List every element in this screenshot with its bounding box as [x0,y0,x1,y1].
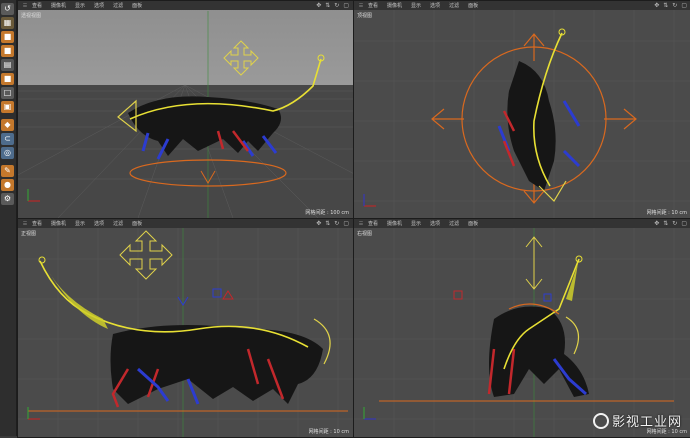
cube-icon[interactable]: ■ [1,31,14,43]
grid-spacing-info: 网格间距 : 100 cm [305,210,349,216]
menu-filter[interactable]: 过滤 [113,2,123,9]
menu-camera[interactable]: 摄像机 [51,2,66,9]
undo-icon[interactable]: ↺ [1,3,14,15]
pan-icon[interactable]: ✥ [316,2,321,9]
menu-filter[interactable]: 过滤 [449,220,459,227]
menu-options[interactable]: 选项 [94,2,104,9]
viewport-front[interactable]: ☰ 查看 摄像机 显示 选项 过滤 面板 ✥ ⇅ ↻ ▢ 正视图 网格间距 : 10 … [17,218,354,438]
pan-icon[interactable]: ✥ [654,2,659,9]
watermark-text: 影视工业网 [611,415,682,430]
viewport-menu-bar: ☰ 查看 摄像机 显示 选项 过滤 面板 ✥ ⇅ ↻ ▢ [354,1,690,10]
menu-display[interactable]: 显示 [75,220,85,227]
menu-view[interactable]: 查看 [32,2,42,9]
zoom-icon[interactable]: ⇅ [663,220,668,227]
magnet-icon[interactable]: ⊂ [1,133,14,145]
viewport-title: 右视图 [357,231,373,237]
menu-panel[interactable]: 面板 [468,2,478,9]
menu-camera[interactable]: 摄像机 [387,2,402,9]
settings-icon[interactable]: ⚙ [1,193,14,205]
menu-filter[interactable]: 过滤 [449,2,459,9]
viewport-menu-bar: ☰ 查看 摄像机 显示 选项 过滤 面板 ✥ ⇅ ↻ ▢ [18,219,353,228]
viewport-perspective[interactable]: ☰ 查看 摄像机 显示 选项 过滤 面板 ✥ ⇅ ↻ ▢ 透视视图 网格间距 : 10… [17,0,354,219]
grid-icon[interactable]: ▤ [1,59,14,71]
menu-panel[interactable]: 面板 [132,220,142,227]
pan-icon[interactable]: ✥ [654,220,659,227]
rotate-icon[interactable]: ↻ [672,2,677,9]
maximize-icon[interactable]: ▢ [681,2,687,9]
menu-filter[interactable]: 过滤 [113,220,123,227]
rotate-icon[interactable]: ↻ [334,220,339,227]
viewport-menu-icon[interactable]: ☰ [354,3,368,9]
rotate-icon[interactable]: ↻ [672,220,677,227]
menu-display[interactable]: 显示 [411,220,421,227]
viewport-top[interactable]: ☰ 查看 摄像机 显示 选项 过滤 面板 ✥ ⇅ ↻ ▢ 顶视图 网格间距 : 10 … [353,0,690,219]
tool-palette: ↺ ▦ ■ ■ ▤ ■ □ ▣ ◆ ⊂ ◎ ✎ ● ⚙ [0,0,17,436]
watermark-logo-icon [592,412,609,429]
cube-icon[interactable]: ■ [1,45,14,57]
viewport-title: 顶视图 [357,13,373,19]
viewport-menu-icon[interactable]: ☰ [18,221,32,227]
viewport-right[interactable]: ☰ 查看 摄像机 显示 选项 过滤 面板 ✥ ⇅ ↻ ▢ 右视图 网格间距 : 10 … [353,218,690,438]
grid-spacing-info: 网格间距 : 10 cm [308,429,349,435]
menu-panel[interactable]: 面板 [132,2,142,9]
polygon-icon[interactable]: ◆ [1,119,14,131]
menu-view[interactable]: 查看 [32,220,42,227]
menu-options[interactable]: 选项 [430,220,440,227]
viewport-menu-icon[interactable]: ☰ [18,3,32,9]
cube-icon[interactable]: ■ [1,73,14,85]
menu-camera[interactable]: 摄像机 [387,220,402,227]
zoom-icon[interactable]: ⇅ [325,220,330,227]
viewport-title: 透视视图 [21,13,42,19]
watermark: 影视工业网 [592,411,682,430]
menu-camera[interactable]: 摄像机 [51,220,66,227]
brush-icon[interactable]: ✎ [1,165,14,177]
menu-view[interactable]: 查看 [368,220,378,227]
texture-icon[interactable]: ▣ [1,101,14,113]
perspective-scene[interactable] [18,1,353,218]
creature-model[interactable] [110,325,324,408]
rotate-icon[interactable]: ↻ [334,2,339,9]
menu-view[interactable]: 查看 [368,2,378,9]
maximize-icon[interactable]: ▢ [681,220,687,227]
snap-icon[interactable]: ◎ [1,147,14,159]
viewport-menu-bar: ☰ 查看 摄像机 显示 选项 过滤 面板 ✥ ⇅ ↻ ▢ [354,219,690,228]
front-scene[interactable] [18,219,353,437]
top-scene[interactable] [354,1,690,218]
zoom-icon[interactable]: ⇅ [663,2,668,9]
maximize-icon[interactable]: ▢ [343,220,349,227]
maximize-icon[interactable]: ▢ [343,2,349,9]
menu-display[interactable]: 显示 [75,2,85,9]
pan-icon[interactable]: ✥ [316,220,321,227]
menu-options[interactable]: 选项 [430,2,440,9]
sculpt-icon[interactable]: ● [1,179,14,191]
menu-options[interactable]: 选项 [94,220,104,227]
zoom-icon[interactable]: ⇅ [325,2,330,9]
menu-panel[interactable]: 面板 [468,220,478,227]
grid-spacing-info: 网格间距 : 10 cm [646,210,687,216]
viewport-menu-icon[interactable]: ☰ [354,221,368,227]
checkerboard-icon[interactable]: ▦ [1,17,14,29]
viewport-menu-bar: ☰ 查看 摄像机 显示 选项 过滤 面板 ✥ ⇅ ↻ ▢ [18,1,353,10]
viewport-title: 正视图 [21,231,37,237]
box-icon[interactable]: □ [1,87,14,99]
menu-display[interactable]: 显示 [411,2,421,9]
right-scene[interactable] [354,219,690,437]
